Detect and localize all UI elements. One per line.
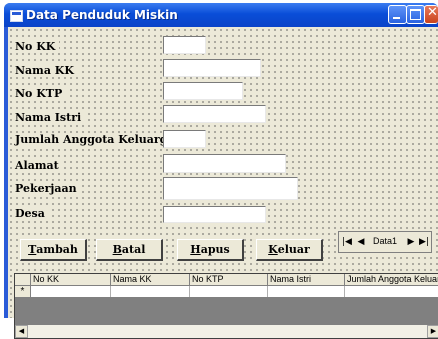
keluar-label: eluar — [277, 243, 310, 256]
column-header-nama-istri[interactable]: Nama Istri — [268, 274, 345, 286]
nama-kk-input[interactable] — [163, 59, 261, 77]
horizontal-scrollbar[interactable]: ◀ ▶ — [15, 325, 438, 338]
minimize-button[interactable] — [388, 5, 407, 24]
hapus-button[interactable]: Hapus — [177, 239, 244, 261]
form-client-area: No KK Nama KK No KTP Nama Istri Jumlah A… — [8, 27, 438, 339]
close-button[interactable]: ✕ — [424, 5, 438, 24]
batal-accel: B — [112, 243, 122, 256]
desa-input[interactable] — [163, 206, 266, 223]
label-jumlah-anggota-keluarga: Jumlah Anggota Keluarga — [15, 133, 179, 146]
hapus-label: apus — [200, 243, 230, 256]
grid-corner — [15, 274, 31, 286]
column-header-jumlah-anggota-keluarga[interactable]: Jumlah Anggota Keluarga — [345, 274, 438, 286]
pekerjaan-input[interactable] — [163, 177, 298, 200]
no-kk-input[interactable] — [163, 36, 206, 54]
scroll-left-icon[interactable]: ◀ — [15, 325, 28, 338]
data-control: |◀ ◀ Data1 ▶ ▶| — [338, 231, 432, 253]
maximize-button[interactable] — [406, 5, 425, 24]
batal-button[interactable]: Batal — [96, 239, 163, 261]
tambah-label: ambah — [36, 243, 78, 256]
close-icon: ✕ — [427, 5, 438, 20]
keluar-button[interactable]: Keluar — [256, 239, 323, 261]
new-row-marker: * — [15, 286, 31, 297]
grid-new-row-cell[interactable] — [190, 286, 268, 297]
app-window: Data Penduduk Miskin ✕ No KK Nama KK No … — [4, 3, 438, 339]
label-nama-kk: Nama KK — [15, 64, 78, 77]
column-header-no-kk[interactable]: No KK — [31, 274, 111, 286]
batal-label: atal — [121, 243, 146, 256]
grid-new-row-cell[interactable] — [345, 286, 438, 297]
label-nama-istri: Nama Istri — [15, 111, 86, 124]
hapus-accel: H — [190, 243, 201, 256]
grid-new-row-cell[interactable] — [31, 286, 111, 297]
scroll-right-icon[interactable]: ▶ — [427, 325, 438, 338]
grid-new-row-cell[interactable] — [268, 286, 345, 297]
app-form-icon — [10, 10, 23, 22]
previous-record-icon[interactable]: ◀ — [355, 234, 367, 250]
column-header-no-ktp[interactable]: No KTP — [190, 274, 268, 286]
grid-new-row-cell[interactable] — [111, 286, 190, 297]
no-ktp-input[interactable] — [163, 82, 243, 100]
window-title: Data Penduduk Miskin — [26, 8, 178, 22]
first-record-icon[interactable]: |◀ — [341, 234, 353, 250]
jumlah-anggota-keluarga-input[interactable] — [163, 130, 206, 148]
column-header-nama-kk[interactable]: Nama KK — [111, 274, 190, 286]
alamat-input[interactable] — [163, 154, 286, 173]
label-no-kk: No KK — [15, 40, 60, 53]
data-control-caption: Data1 — [373, 236, 398, 246]
label-no-ktp: No KTP — [15, 87, 67, 100]
label-alamat: Alamat — [15, 159, 63, 172]
data-grid[interactable]: No KK Nama KK No KTP Nama Istri Jumlah A… — [14, 273, 438, 339]
next-record-icon[interactable]: ▶ — [405, 234, 417, 250]
title-bar[interactable]: Data Penduduk Miskin ✕ — [4, 3, 438, 27]
label-pekerjaan: Pekerjaan — [15, 182, 81, 195]
keluar-accel: K — [268, 243, 278, 256]
label-desa: Desa — [15, 207, 49, 220]
last-record-icon[interactable]: ▶| — [418, 234, 430, 250]
nama-istri-input[interactable] — [163, 105, 266, 123]
tambah-button[interactable]: Tambah — [20, 239, 87, 261]
